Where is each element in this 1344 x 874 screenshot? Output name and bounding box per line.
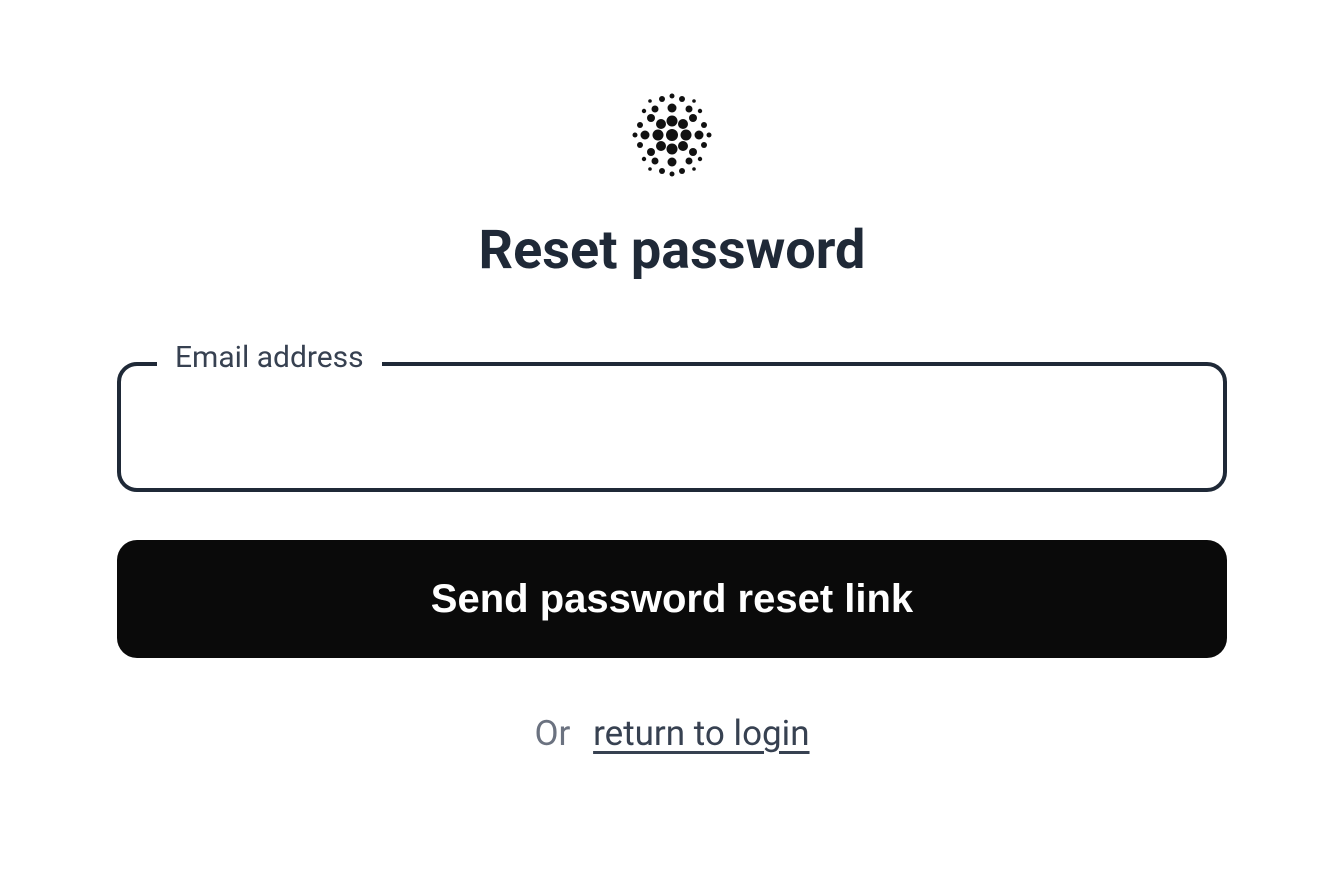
- return-to-login-link[interactable]: return to login: [593, 713, 809, 754]
- email-field-wrapper: Email address: [117, 362, 1227, 492]
- send-reset-link-button[interactable]: Send password reset link: [117, 540, 1227, 658]
- logo-icon: [622, 85, 722, 189]
- email-field[interactable]: [117, 362, 1227, 492]
- reset-form: Email address Send password reset link O…: [117, 362, 1227, 754]
- footer-prefix: Or: [534, 713, 570, 754]
- footer-text: Or return to login: [117, 713, 1227, 754]
- email-label: Email address: [157, 340, 382, 375]
- page-title: Reset password: [479, 219, 866, 282]
